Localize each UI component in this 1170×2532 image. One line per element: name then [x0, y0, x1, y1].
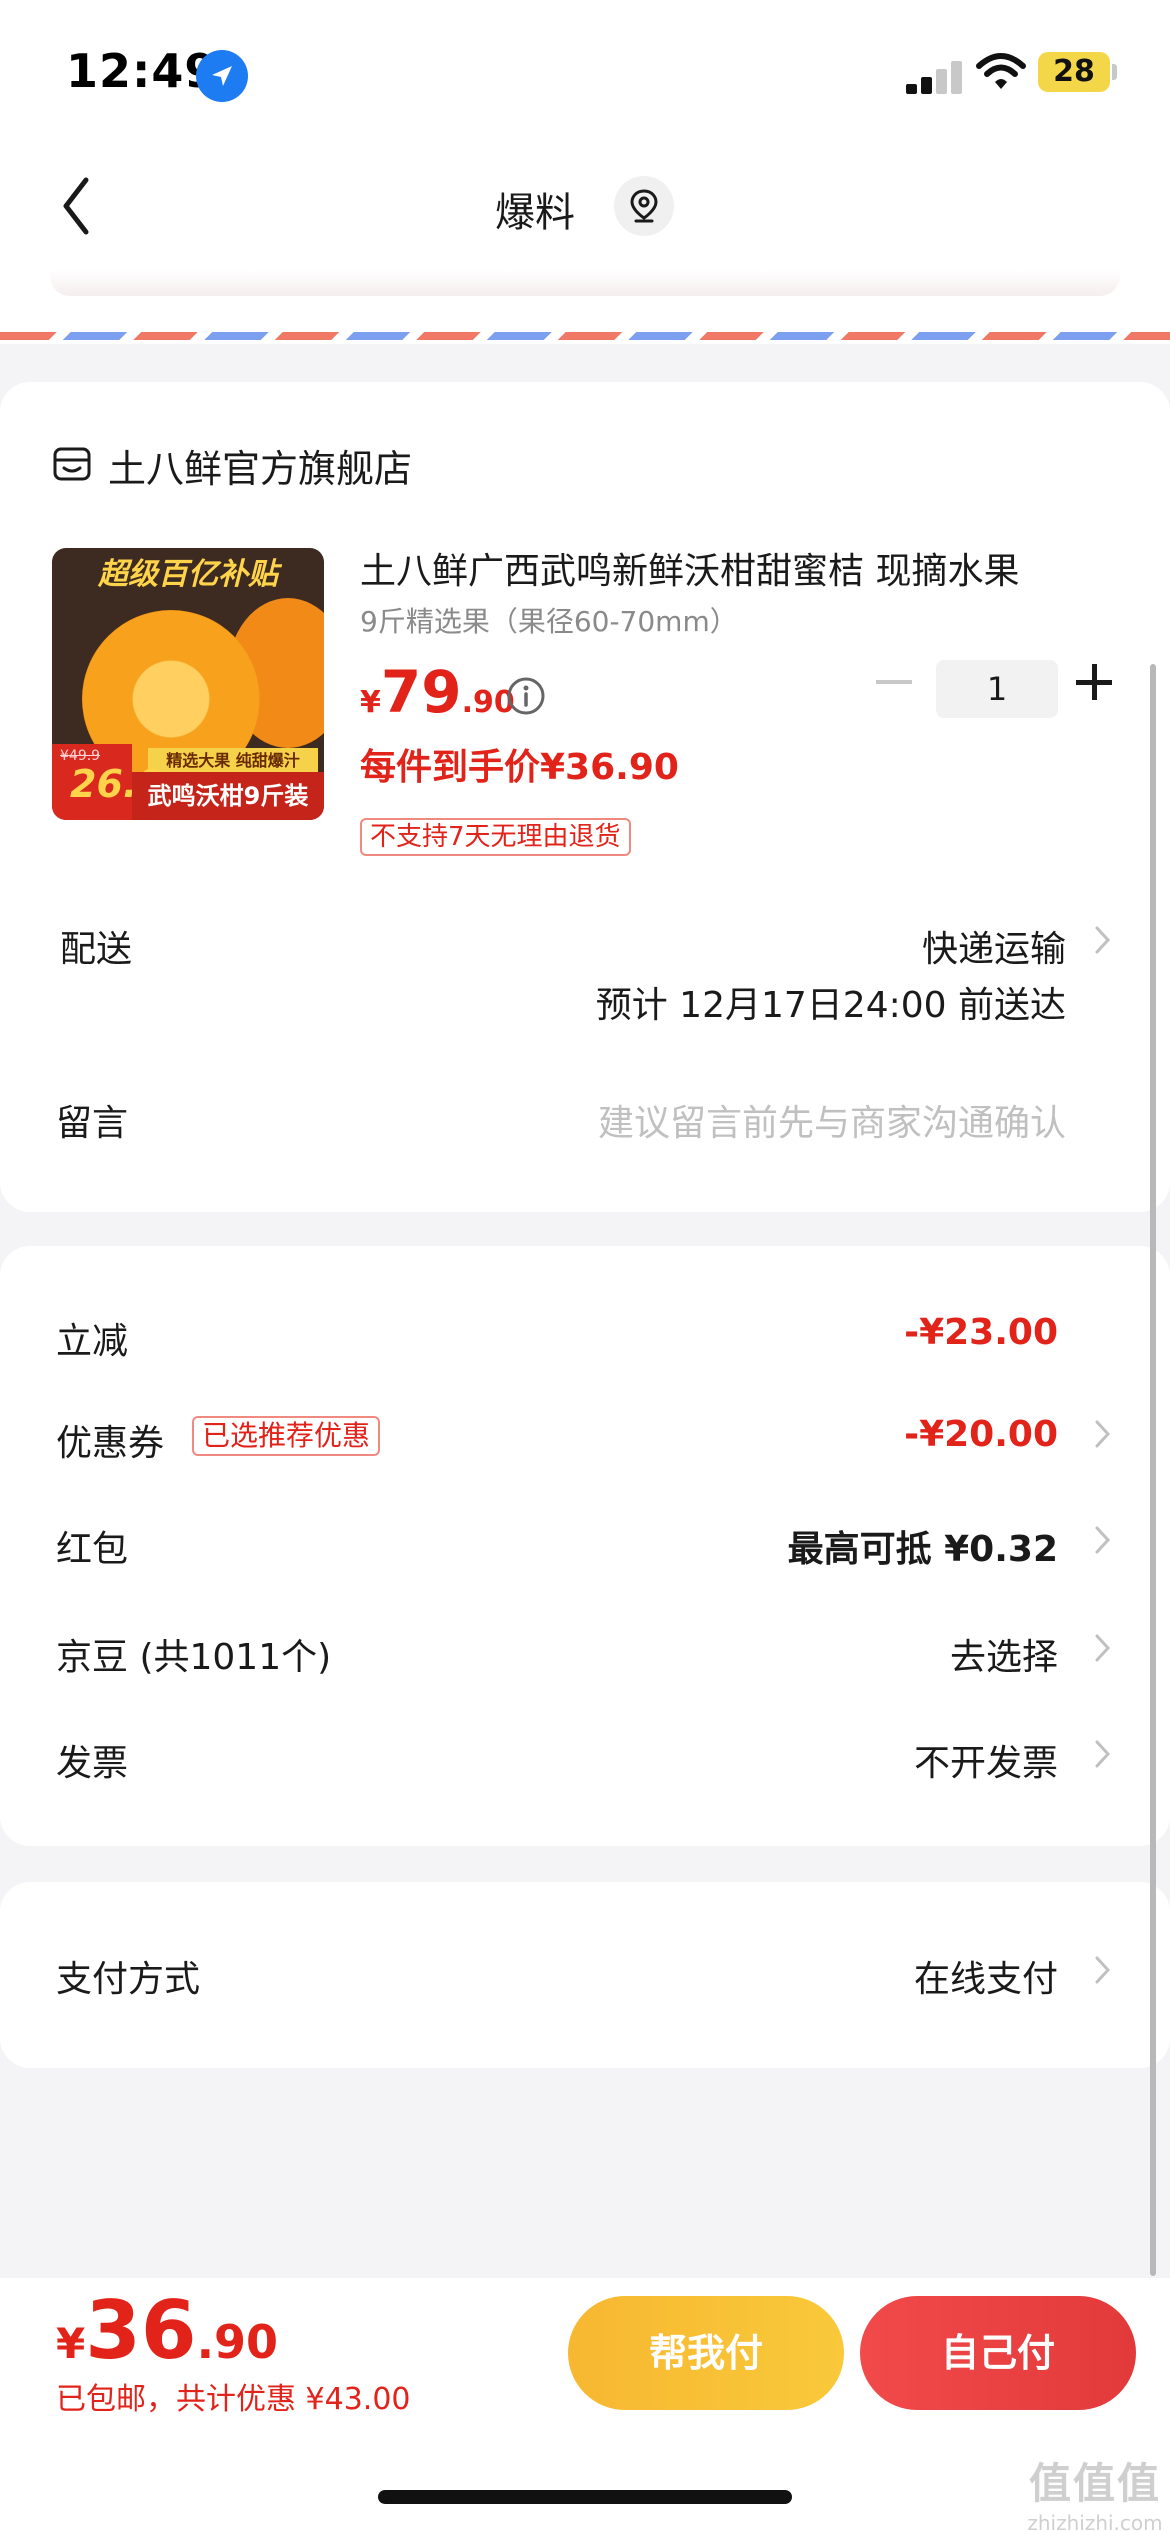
chevron-right-icon[interactable] — [1092, 1736, 1114, 1772]
chevron-right-icon[interactable] — [1092, 1630, 1114, 1666]
message-label: 留言 — [56, 1103, 129, 1144]
total-currency: ¥ — [56, 2319, 86, 2368]
chevron-right-icon[interactable] — [1092, 922, 1114, 958]
red-packet-value[interactable]: 最高可抵 ¥0.32 — [788, 1520, 1058, 1572]
watermark-url: zhizhizhi.com — [1027, 2511, 1163, 2532]
coupon-value[interactable]: -¥20.00 — [904, 1414, 1058, 1455]
final-unit-price: 每件到手价¥36.90 — [360, 747, 679, 788]
image-mid-text: 精选大果 纯甜爆汁 — [148, 748, 318, 774]
page-title: 爆料 — [495, 190, 575, 236]
quantity-decrease-button[interactable] — [876, 680, 912, 684]
payment-method-value[interactable]: 在线支付 — [914, 1950, 1058, 2002]
price-currency: ¥ — [360, 685, 381, 720]
address-envelope-edge — [0, 270, 1170, 344]
chevron-right-icon[interactable] — [1092, 1416, 1114, 1452]
location-arrow-icon — [196, 50, 248, 102]
instant-discount-label: 立减 — [56, 1321, 129, 1362]
coupon-selected-tag: 已选推荐优惠 — [192, 1416, 381, 1456]
quantity-increase-button[interactable] — [1076, 662, 1116, 702]
shop-icon — [52, 444, 92, 488]
return-policy-badge: 不支持7天无理由退货 — [360, 818, 631, 856]
payment-method-label: 支付方式 — [56, 1959, 201, 2000]
invoice-label: 发票 — [56, 1743, 129, 1784]
status-time: 12:49 — [66, 44, 218, 98]
product-price: ¥79.90 — [360, 658, 515, 726]
product-spec[interactable]: 9斤精选果（果径60-70mm） — [360, 600, 738, 640]
address-card-bottom — [50, 270, 1120, 296]
red-packet-label: 红包 — [56, 1529, 129, 1570]
delivery-eta: 预计 12月17日24:00 前送达 — [595, 985, 1066, 1026]
payment-card: 支付方式 在线支付 — [0, 1882, 1170, 2068]
delivery-method[interactable]: 快递运输 — [922, 920, 1066, 972]
self-pay-button[interactable]: 自己付 — [860, 2296, 1136, 2410]
invoice-value[interactable]: 不开发票 — [914, 1734, 1058, 1786]
quantity-value[interactable]: 1 — [936, 660, 1058, 718]
battery-indicator: 28 — [1038, 52, 1110, 92]
order-item-card: 土八鲜官方旗舰店 超级百亿补贴 精选大果 纯甜爆汁 ¥49.9 26.9 武鸣沃… — [0, 382, 1170, 1212]
airmail-stripe — [0, 332, 1170, 340]
watermark: 值值值 zhizhizhi.com — [1020, 2450, 1170, 2532]
info-icon[interactable] — [506, 676, 546, 720]
image-bottom-text: 武鸣沃柑9斤装 — [132, 772, 324, 820]
delivery-label: 配送 — [60, 929, 133, 970]
home-indicator[interactable] — [378, 2490, 792, 2504]
image-price-tag: ¥49.9 26.9 — [52, 744, 164, 820]
chevron-right-icon[interactable] — [1092, 1522, 1114, 1558]
scrollbar[interactable] — [1150, 664, 1156, 2276]
product-image[interactable]: 超级百亿补贴 精选大果 纯甜爆汁 ¥49.9 26.9 武鸣沃柑9斤装 — [52, 548, 324, 820]
total-summary: 已包邮，共计优惠 ¥43.00 — [56, 2382, 411, 2417]
instant-discount-value: -¥23.00 — [904, 1312, 1058, 1353]
message-input[interactable]: 建议留言前先与商家沟通确认 — [598, 1094, 1066, 1146]
product-title[interactable]: 土八鲜广西武鸣新鲜沃柑甜蜜桔 现摘水果 — [360, 542, 1100, 594]
price-integer: 79 — [380, 658, 462, 726]
total-decimal: .90 — [196, 2315, 279, 2369]
image-banner-text: 超级百亿补贴 — [98, 557, 278, 592]
chevron-right-icon[interactable] — [1092, 1952, 1114, 1988]
shop-name[interactable]: 土八鲜官方旗舰店 — [108, 438, 412, 493]
coupon-label: 优惠券 — [56, 1423, 165, 1464]
watermark-logo: 值值值 — [1028, 2459, 1161, 2508]
jd-beans-label: 京豆 (共1011个) — [56, 1637, 332, 1678]
help-pay-button[interactable]: 帮我付 — [568, 2296, 844, 2410]
wifi-icon — [976, 52, 1026, 96]
cellular-signal-icon — [906, 60, 966, 94]
nav-bar: 爆料 — [0, 140, 1170, 270]
battery-cap — [1112, 64, 1117, 80]
total-price: ¥36.90 — [56, 2284, 278, 2377]
jd-beans-value[interactable]: 去选择 — [950, 1628, 1058, 1680]
discounts-card: 立减 -¥23.00 优惠券 已选推荐优惠 -¥20.00 红包 最高可抵 ¥0… — [0, 1246, 1170, 1846]
total-integer: 36 — [85, 2284, 197, 2377]
location-pin-icon[interactable] — [614, 176, 674, 236]
status-bar: 12:49 28 — [0, 0, 1170, 140]
